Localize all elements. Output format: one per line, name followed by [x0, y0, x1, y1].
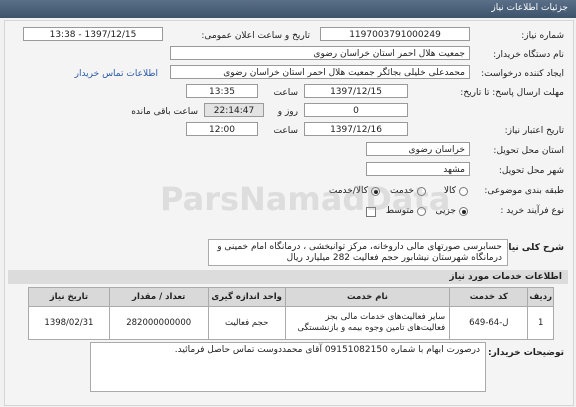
province-label: استان محل تحویل:	[493, 146, 564, 156]
col-name: نام خدمت	[284, 287, 451, 307]
col-date: تاریخ نیاز	[28, 287, 110, 307]
classification-label: طبقه بندی موضوعی:	[484, 186, 564, 196]
table-header-row: ردیف کد خدمت نام خدمت واحد اندازه گیری ت…	[28, 287, 554, 307]
province-field: خراسان رضوی	[366, 142, 470, 156]
overall-description: حسابرسی صورتهای مالی داروخانه، مرکز توان…	[208, 239, 508, 266]
send-date-field: 1397/12/15	[304, 84, 408, 98]
cell-row: 1	[527, 306, 554, 340]
validity-label: تاریخ اعتبار نیاز:	[504, 126, 564, 136]
page-title: جزئیات اطلاعات نیاز	[491, 3, 568, 13]
table-row: 1 ل-64-649 سایر فعالیت‌های خدمات مالی بج…	[28, 306, 554, 340]
remaining-time-field: 22:14:47	[204, 103, 264, 117]
col-row: ردیف	[527, 287, 554, 307]
send-time-field: 13:35	[186, 84, 258, 98]
services-table: ردیف کد خدمت نام خدمت واحد اندازه گیری ت…	[28, 287, 554, 340]
radio-partial[interactable]	[459, 207, 468, 216]
send-time-label: ساعت	[273, 88, 299, 98]
validity-date-field: 1397/12/16	[304, 122, 408, 136]
city-field: مشهد	[366, 162, 470, 176]
buyer-notes-label: توضیحات خریدار:	[488, 348, 564, 358]
city-label: شهر محل تحویل:	[498, 166, 564, 176]
col-code: کد خدمت	[449, 287, 529, 307]
cell-qty: 282000000000	[108, 306, 209, 340]
watermark-text: ParsNamadData	[160, 180, 451, 218]
cell-unit: حجم فعالیت	[207, 306, 286, 340]
validity-time-field: 12:00	[186, 122, 258, 136]
send-deadline-label: مهلت ارسال پاسخ: تا تاریخ:	[460, 88, 564, 98]
buyer-org-field: جمعیت هلال احمر استان خراسان رضوی	[170, 46, 470, 60]
remaining-label: ساعت باقی مانده	[131, 107, 198, 117]
cell-code: ل-64-649	[449, 306, 529, 340]
validity-time-label: ساعت	[273, 126, 299, 136]
col-qty: تعداد / مقدار	[108, 287, 209, 307]
buyer-contact-link[interactable]: اطلاعات تماس خریدار	[75, 69, 158, 79]
buyer-notes: درصورت ابهام با شماره 09151082150 آقای م…	[90, 342, 486, 392]
overall-desc-label: شرح کلی نیاز:	[499, 243, 564, 253]
radio-goods[interactable]	[459, 187, 468, 196]
services-section-header: اطلاعات خدمات مورد نیاز	[8, 270, 568, 284]
need-number-field: 1197003791000249	[320, 27, 470, 41]
need-number-label: شماره نیاز:	[521, 31, 564, 41]
announce-datetime-field: 1397/12/15 - 13:38	[23, 27, 163, 41]
cell-date: 1398/02/31	[28, 306, 110, 340]
col-unit: واحد اندازه گیری	[207, 287, 286, 307]
announce-datetime-label: تاریخ و ساعت اعلان عمومی:	[201, 31, 310, 41]
days-field: 0	[304, 103, 408, 117]
requester-field: محمدعلی خلیلی بجائگر جمعیت هلال احمر است…	[170, 65, 470, 79]
requester-label: ایجاد کننده درخواست:	[481, 69, 564, 79]
days-and-label: روز و	[277, 107, 298, 117]
cell-name: سایر فعالیت‌های خدمات مالی بجز فعالیت‌ها…	[284, 306, 451, 340]
title-bar: جزئیات اطلاعات نیاز	[0, 0, 576, 18]
buyer-org-label: نام دستگاه خریدار:	[493, 50, 564, 60]
process-label: نوع فرآیند خرید :	[500, 206, 564, 216]
